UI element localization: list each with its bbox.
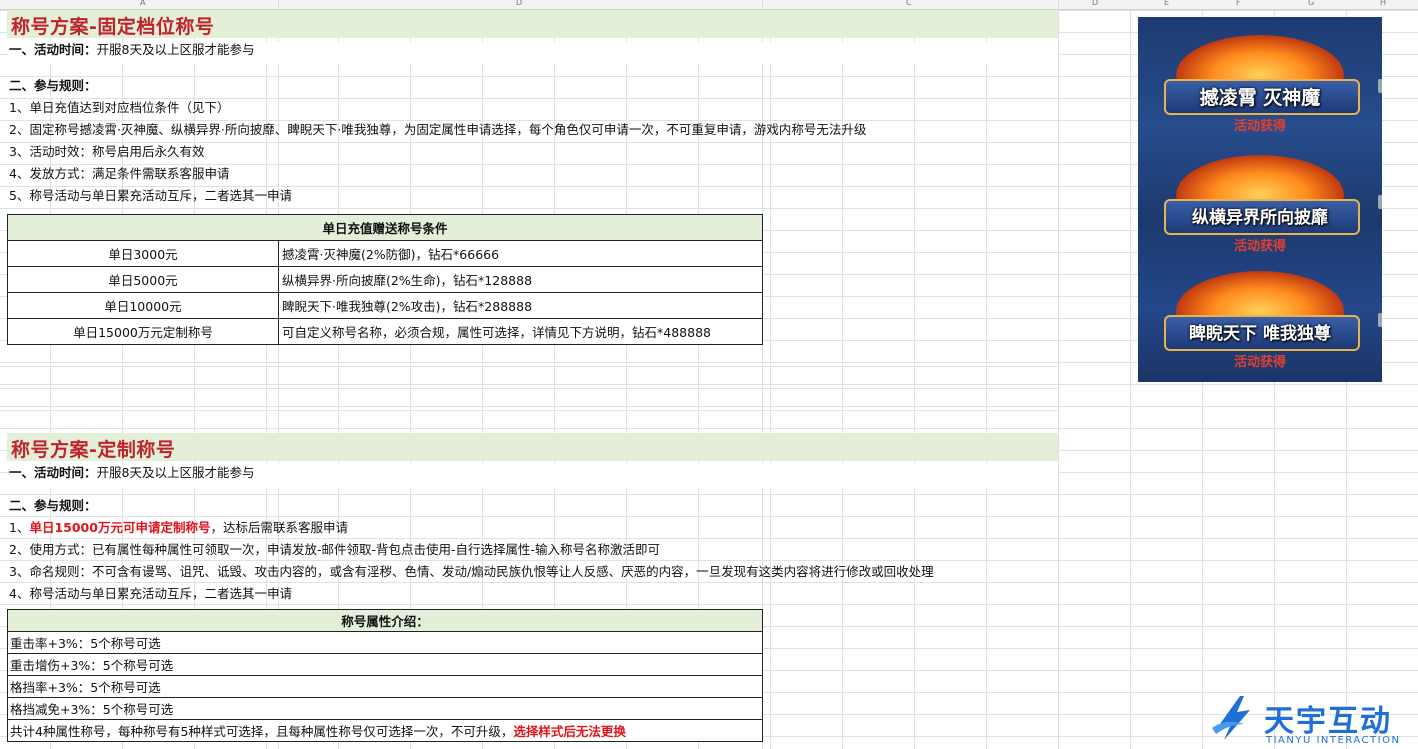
section1-title[interactable]: 称号方案-固定档位称号 — [11, 12, 214, 39]
attribute-cell[interactable]: 格挡减免+3%：5个称号可选 — [7, 697, 763, 720]
section1-time-value: 开服8天及以上区服才能参与 — [96, 42, 255, 57]
table-cell-reward[interactable]: 撼凌霄·灭神魔(2%防御)，钻石*66666 — [278, 240, 763, 267]
column-header-a[interactable]: A — [140, 0, 145, 7]
badge-name: 纵横异界所向披靡 — [1192, 208, 1328, 228]
section2-rule-1[interactable]: 1、单日15000万元可申请定制称号，达标后需联系客服申请 — [9, 517, 348, 536]
footer-warning: 选择样式后无法更换 — [513, 724, 626, 739]
column-header-g[interactable]: G — [1308, 0, 1314, 7]
table-row: 格挡减免+3%：5个称号可选 — [7, 697, 763, 720]
row-divider — [0, 410, 1058, 411]
badge-subtitle: 活动获得 — [1233, 355, 1286, 370]
section2-attributes-table: 称号属性介绍： 重击率+3%：5个称号可选 重击增伤+3%：5个称号可选 格挡率… — [7, 609, 763, 742]
section1-rules-label[interactable]: 二、参与规则： — [9, 75, 97, 94]
chevron-icon — [1378, 313, 1382, 327]
table-cell-reward[interactable]: 纵横异界·所向披靡(2%生命)，钻石*128888 — [278, 266, 763, 293]
section2-title[interactable]: 称号方案-定制称号 — [11, 435, 175, 462]
section2-time-label: 一、活动时间： — [9, 465, 97, 480]
table-row: 共计4种属性称号，每种称号有5种样式可选择，且每种属性称号仅可选择一次，不可升级… — [7, 719, 763, 742]
attribute-cell[interactable]: 重击率+3%：5个称号可选 — [7, 631, 763, 654]
tianyu-logo-icon — [1212, 696, 1250, 740]
section2-time-row[interactable]: 一、活动时间：开服8天及以上区服才能参与 — [9, 465, 1058, 487]
section1-rule-2[interactable]: 2、固定称号撼凌霄·灭神魔、纵横异界·所向披靡、睥睨天下·唯我独尊，为固定属性申… — [9, 119, 866, 138]
table-cell-condition[interactable]: 单日10000元 — [7, 292, 279, 319]
table-cell-reward[interactable]: 可自定义称号名称，必须合规，属性可选择，详情见下方说明，钻石*488888 — [278, 318, 763, 345]
column-header-b[interactable]: D — [516, 0, 522, 7]
tianyu-logo: 天宇互动 TIANYU INTERACTION — [1206, 692, 1418, 749]
attribute-cell[interactable]: 重击增伤+3%：5个称号可选 — [7, 653, 763, 676]
section1-rule-5[interactable]: 5、称号活动与单日累充活动互斥，二者选其一申请 — [9, 185, 292, 204]
table-row: 单日5000元 纵横异界·所向披靡(2%生命)，钻石*128888 — [7, 266, 763, 293]
table-row: 重击率+3%：5个称号可选 — [7, 631, 763, 654]
chevron-icon — [1378, 195, 1382, 209]
section1-table-header[interactable]: 单日充值赠送称号条件 — [7, 214, 763, 241]
section1-rule-4[interactable]: 4、发放方式：满足条件需联系客服申请 — [9, 163, 229, 182]
attribute-cell[interactable]: 格挡率+3%：5个称号可选 — [7, 675, 763, 698]
section2-rule-2[interactable]: 2、使用方式：已有属性每种属性可领取一次，申请发放-邮件领取-背包点击使用-自行… — [9, 539, 660, 558]
column-divider — [1058, 0, 1059, 749]
section2-rule-1-highlight: 单日15000万元可申请定制称号 — [29, 520, 211, 535]
section2-rule-1-suffix: ，达标后需联系客服申请 — [210, 520, 348, 535]
section2-rule-3[interactable]: 3、命名规则：不可含有谩骂、诅咒、诋毁、攻击内容的，或含有淫秽、色情、发动/煽动… — [9, 561, 934, 580]
badge-2: 纵横异界所向披靡 活动获得 — [1152, 145, 1368, 254]
badge-1: 撼凌霄 灭神魔 活动获得 — [1152, 25, 1368, 134]
table-cell-condition[interactable]: 单日15000万元定制称号 — [7, 318, 279, 345]
row-divider — [0, 366, 1058, 367]
section2-time-value: 开服8天及以上区服才能参与 — [96, 465, 255, 480]
footer-text: 共计4种属性称号，每种称号有5种样式可选择，且每种属性称号仅可选择一次，不可升级… — [10, 724, 514, 739]
title-badges-image[interactable]: 撼凌霄 灭神魔 活动获得 纵横异界所向披靡 活动获得 睥睨天下 唯我独尊 活动获… — [1138, 17, 1382, 382]
table-row: 格挡率+3%：5个称号可选 — [7, 675, 763, 698]
badge-subtitle: 活动获得 — [1233, 239, 1286, 254]
section1-time-row[interactable]: 一、活动时间：开服8天及以上区服才能参与 — [9, 42, 1058, 64]
section2-table-header[interactable]: 称号属性介绍： — [7, 609, 763, 632]
column-header-h[interactable]: H — [1380, 0, 1386, 7]
column-header-f[interactable]: F — [1236, 0, 1241, 7]
section1-rule-3[interactable]: 3、活动时效：称号启用后永久有效 — [9, 141, 204, 160]
logo-cn-text: 天宇互动 — [1264, 704, 1392, 739]
table-cell-reward[interactable]: 睥睨天下·唯我独尊(2%攻击)，钻石*288888 — [278, 292, 763, 319]
row-divider — [0, 388, 1058, 389]
logo-en-text: TIANYU INTERACTION — [1266, 735, 1401, 746]
attribute-footer-cell[interactable]: 共计4种属性称号，每种称号有5种样式可选择，且每种属性称号仅可选择一次，不可升级… — [7, 719, 763, 742]
column-header-d[interactable]: D — [1092, 0, 1098, 7]
section1-time-label: 一、活动时间： — [9, 42, 97, 57]
table-cell-condition[interactable]: 单日5000元 — [7, 266, 279, 293]
section1-conditions-table: 单日充值赠送称号条件 单日3000元 撼凌霄·灭神魔(2%防御)，钻石*6666… — [7, 214, 763, 345]
section2-rules-label[interactable]: 二、参与规则： — [9, 495, 97, 514]
badge-name: 撼凌霄 灭神魔 — [1199, 87, 1321, 109]
table-row: 单日10000元 睥睨天下·唯我独尊(2%攻击)，钻石*288888 — [7, 292, 763, 319]
table-row: 单日15000万元定制称号 可自定义称号名称，必须合规，属性可选择，详情见下方说… — [7, 318, 763, 345]
table-row: 重击增伤+3%：5个称号可选 — [7, 653, 763, 676]
badge-name: 睥睨天下 唯我独尊 — [1189, 324, 1331, 344]
badge-3: 睥睨天下 唯我独尊 活动获得 — [1152, 261, 1368, 370]
chevron-icon — [1378, 79, 1382, 93]
table-row: 单日3000元 撼凌霄·灭神魔(2%防御)，钻石*66666 — [7, 240, 763, 267]
table-cell-condition[interactable]: 单日3000元 — [7, 240, 279, 267]
section2-rule-4[interactable]: 4、称号活动与单日累充活动互斥，二者选其一申请 — [9, 583, 292, 602]
section2-rule-1-prefix: 1、 — [9, 520, 30, 535]
badge-subtitle: 活动获得 — [1233, 119, 1286, 134]
column-header-e[interactable]: E — [1164, 0, 1169, 7]
column-header-c[interactable]: C — [906, 0, 912, 7]
column-header-bar: A D C D E F G H — [0, 0, 1418, 10]
section1-rule-1[interactable]: 1、单日充值达到对应档位条件（见下） — [9, 97, 229, 116]
